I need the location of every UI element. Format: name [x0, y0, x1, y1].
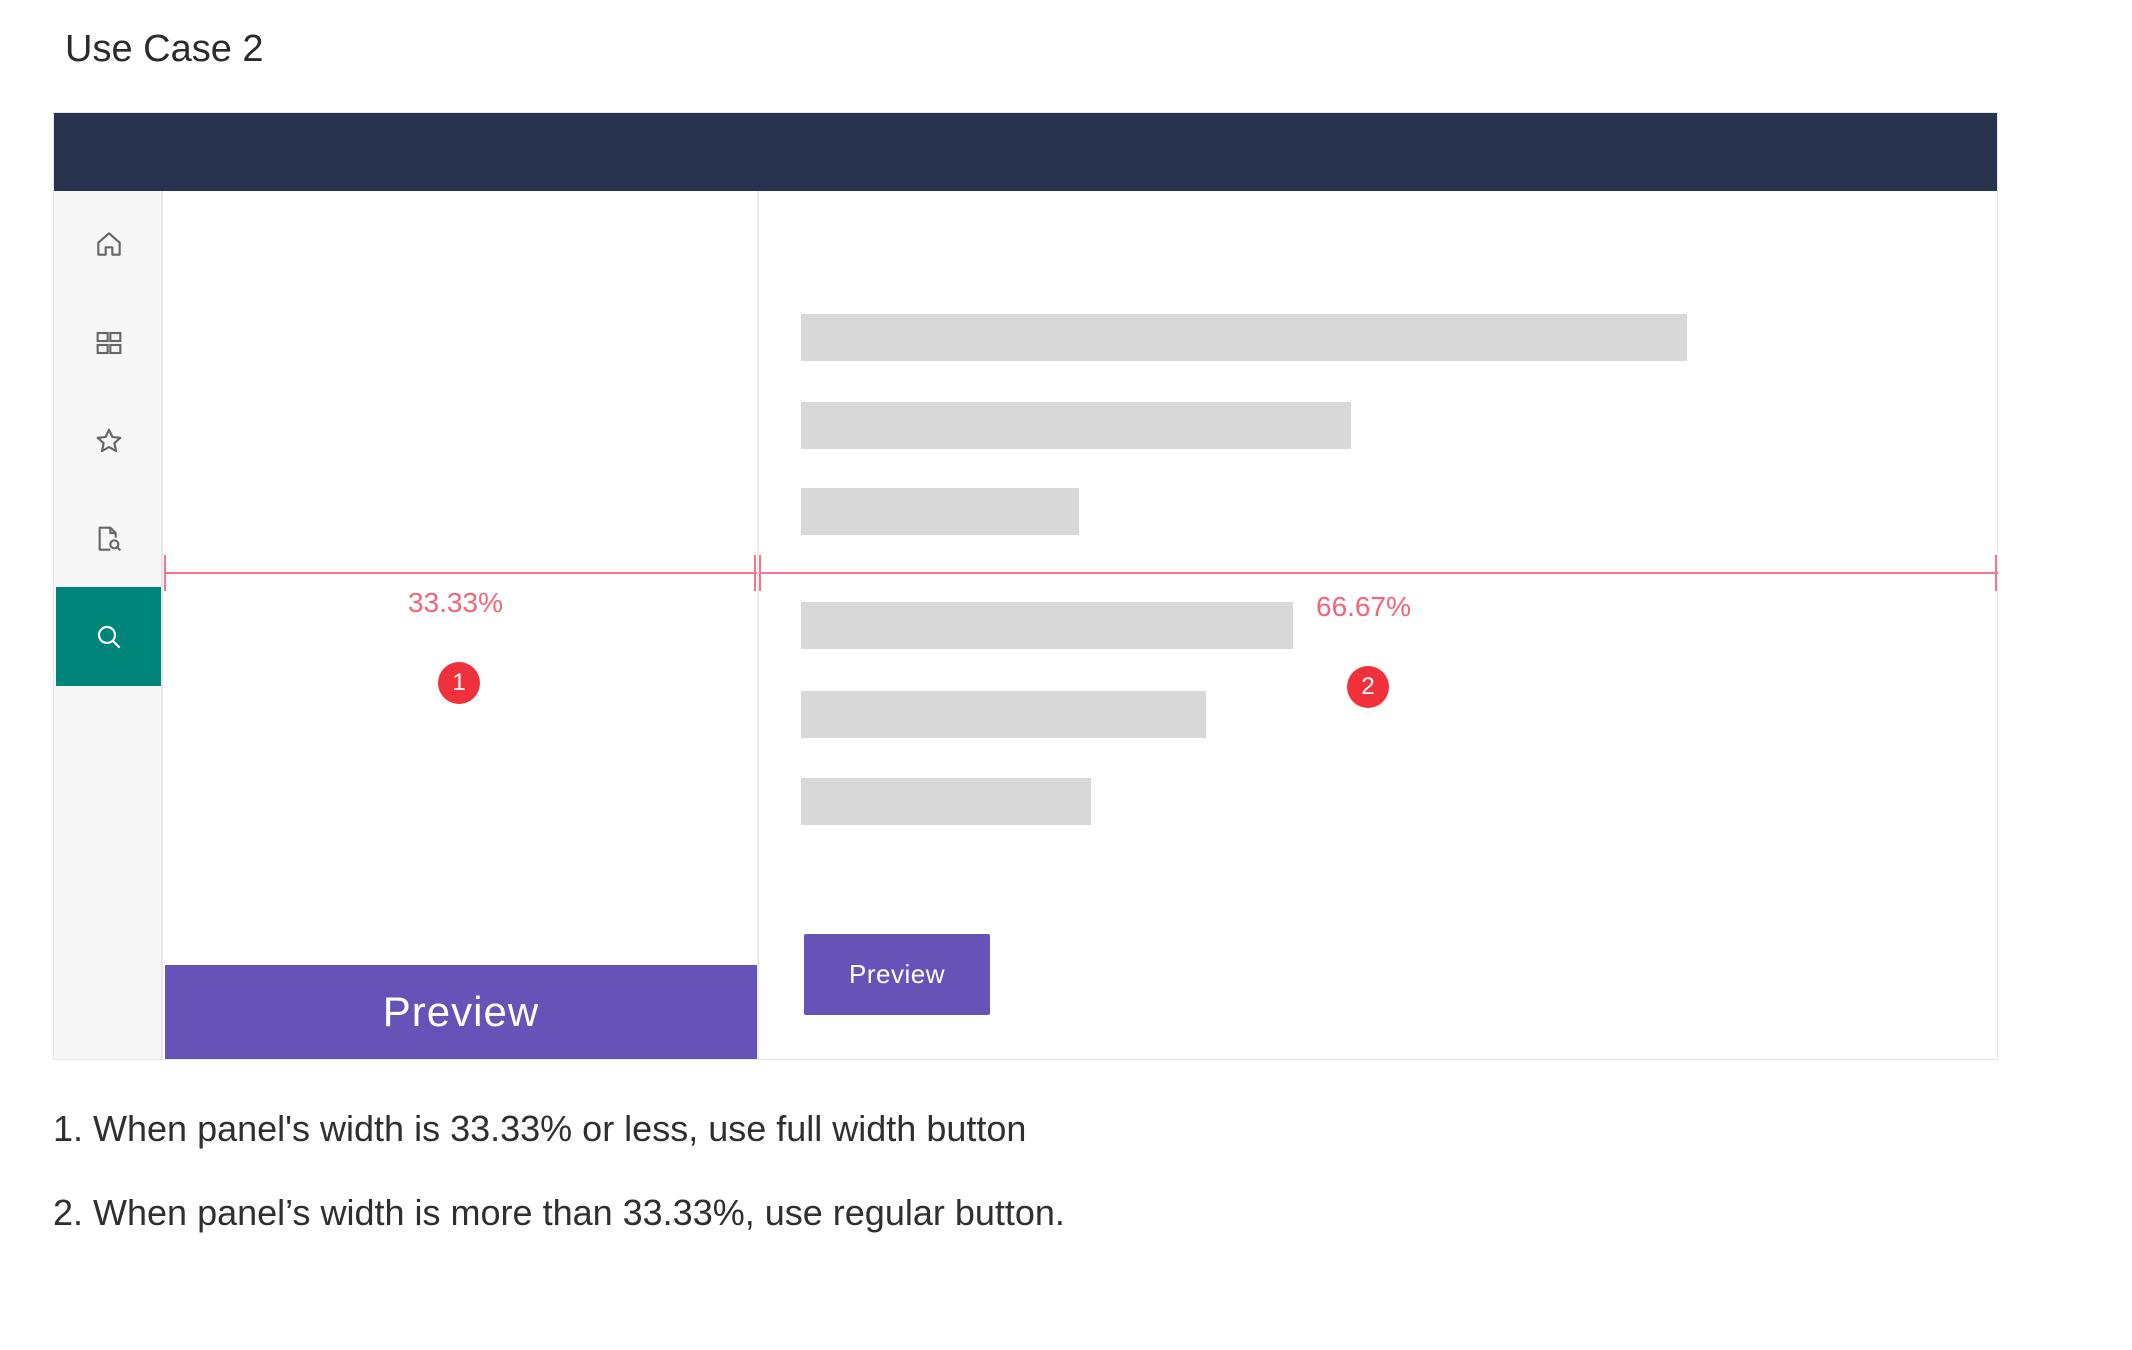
- content-placeholder: [801, 691, 1206, 738]
- right-panel-width-label: 66.67%: [1316, 591, 1411, 622]
- preview-regular-button[interactable]: Preview: [804, 934, 990, 1015]
- search-icon: [97, 625, 120, 648]
- right-panel-width-line: [760, 572, 1998, 574]
- sidebar-item-favorites[interactable]: [56, 391, 161, 490]
- annotation-badge-2: 2: [1347, 666, 1389, 708]
- grid-icon: [96, 331, 121, 354]
- top-navigation-bar: [54, 113, 1997, 191]
- content-placeholder: [801, 314, 1687, 361]
- sidebar-item-document-search[interactable]: [56, 489, 161, 588]
- panel-divider[interactable]: [757, 191, 759, 1059]
- sidebar-item-search[interactable]: [56, 587, 161, 686]
- preview-full-width-button[interactable]: Preview: [165, 965, 757, 1059]
- measure-tick: [164, 555, 166, 591]
- note-1: 1. When panel's width is 33.33% or less,…: [53, 1108, 1027, 1149]
- star-icon: [96, 428, 121, 452]
- sidebar: [54, 191, 163, 1059]
- content-placeholder: [801, 488, 1079, 535]
- measure-tick: [759, 555, 761, 591]
- note-2: 2. When panel’s width is more than 33.33…: [53, 1192, 1065, 1233]
- content-placeholder: [801, 602, 1293, 649]
- measure-tick: [1995, 555, 1997, 591]
- document-search-icon: [98, 526, 121, 551]
- left-panel-width-label: 33.33%: [408, 587, 503, 618]
- measure-tick: [754, 555, 756, 591]
- left-panel-width-line: [165, 572, 757, 574]
- app-mockup: 33.33% 66.67% 1 2 Preview Preview: [53, 112, 1998, 1060]
- content-placeholder: [801, 402, 1351, 449]
- content-placeholder: [801, 778, 1091, 825]
- home-icon: [96, 231, 121, 256]
- page-title: Use Case 2: [65, 28, 264, 70]
- annotation-badge-1: 1: [438, 662, 480, 704]
- sidebar-item-home[interactable]: [56, 194, 161, 293]
- sidebar-item-dashboard[interactable]: [56, 293, 161, 392]
